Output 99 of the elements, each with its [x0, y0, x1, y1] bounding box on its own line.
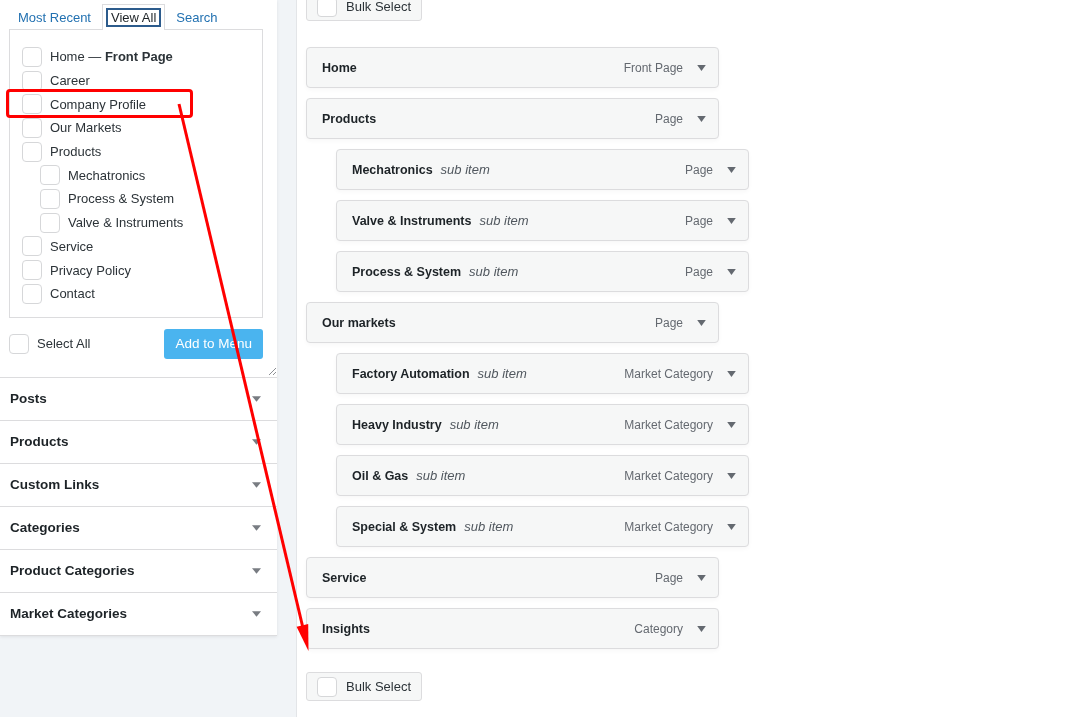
- caret-icon: [252, 610, 261, 617]
- checkbox[interactable]: [40, 188, 60, 209]
- resize-handle-icon[interactable]: [268, 366, 276, 375]
- menu-item-bar[interactable]: Service Page: [306, 557, 719, 598]
- bulk-select-button[interactable]: Bulk Select: [306, 0, 423, 21]
- sub-item-note: sub item: [479, 213, 529, 228]
- caret-icon: [252, 567, 261, 574]
- sub-item-note: sub item: [469, 264, 519, 279]
- menu-item-bar[interactable]: Oil & Gas sub item Market Category: [336, 455, 749, 496]
- item-type-label: Market Category: [624, 519, 713, 534]
- item-type-label: Page: [654, 570, 683, 585]
- caret-icon[interactable]: [697, 115, 706, 122]
- item-type-label: Market Category: [624, 417, 713, 432]
- caret-icon[interactable]: [697, 574, 706, 581]
- page-label[interactable]: Company Profile: [50, 96, 147, 112]
- caret-icon: [252, 524, 261, 531]
- menu-item-bar[interactable]: Heavy Industry sub item Market Category: [336, 404, 749, 445]
- page-label[interactable]: Process & System: [68, 191, 175, 207]
- caret-icon: [252, 438, 261, 445]
- menu-item-title: Special & System: [352, 519, 457, 534]
- menu-item-title: Service: [322, 570, 367, 585]
- page-label[interactable]: Our Markets: [50, 120, 122, 136]
- menu-item-title: Home: [322, 60, 357, 75]
- caret-icon[interactable]: [727, 217, 736, 224]
- page-label[interactable]: Products: [50, 144, 102, 160]
- checkbox[interactable]: [40, 212, 60, 233]
- item-type-label: Category: [634, 621, 683, 636]
- item-type-label: Page: [654, 315, 683, 330]
- menu-item-title: Process & System: [352, 264, 462, 279]
- checkbox[interactable]: [9, 333, 29, 354]
- caret-icon[interactable]: [697, 625, 706, 632]
- item-type-label: Market Category: [624, 468, 713, 483]
- page-label[interactable]: Privacy Policy: [50, 262, 131, 278]
- checkbox[interactable]: [22, 141, 42, 162]
- menu-item-bar[interactable]: Special & System sub item Market Category: [336, 506, 749, 547]
- item-type-label: Page: [684, 264, 713, 279]
- tab[interactable]: View All: [102, 4, 166, 30]
- menu-item-title: Valve & Instruments: [352, 213, 472, 228]
- tab[interactable]: Most Recent: [9, 4, 100, 30]
- menu-item-bar[interactable]: Insights Category: [306, 608, 719, 649]
- caret-icon[interactable]: [727, 166, 736, 173]
- checkbox[interactable]: [22, 70, 42, 91]
- caret-icon[interactable]: [727, 370, 736, 377]
- bulk-select-button[interactable]: Bulk Select: [306, 672, 423, 701]
- menu-item-title: Heavy Industry: [352, 417, 442, 432]
- sub-item-note: sub item: [464, 519, 514, 534]
- item-type-label: Page: [684, 213, 713, 228]
- accordion-header[interactable]: Products: [0, 420, 277, 464]
- menu-item-bar[interactable]: Factory Automation sub item Market Category: [336, 353, 749, 394]
- checkbox[interactable]: [317, 0, 337, 17]
- accordion-header[interactable]: Market Categories: [0, 592, 277, 636]
- accordion-header[interactable]: Product Categories: [0, 549, 277, 593]
- accordion-header[interactable]: Categories: [0, 506, 277, 550]
- page-label[interactable]: Mechatronics: [68, 167, 146, 183]
- item-type-label: Page: [654, 111, 683, 126]
- checkbox[interactable]: [22, 117, 42, 138]
- caret-icon[interactable]: [727, 523, 736, 530]
- checkbox[interactable]: [22, 260, 42, 281]
- checkbox[interactable]: [40, 165, 60, 186]
- checkbox[interactable]: [22, 283, 42, 304]
- menu-item-title: Oil & Gas: [352, 468, 409, 483]
- item-type-label: Front Page: [623, 60, 683, 75]
- item-type-label: Market Category: [624, 366, 713, 381]
- menu-item-bar[interactable]: Home Front Page: [306, 47, 719, 88]
- accordion-header[interactable]: Posts: [0, 377, 277, 421]
- menu-item-title: Mechatronics: [352, 162, 433, 177]
- menu-item-title: Products: [322, 111, 377, 126]
- checkbox[interactable]: [22, 94, 42, 115]
- accordion-header[interactable]: Custom Links: [0, 463, 277, 507]
- menu-item-bar[interactable]: Our markets Page: [306, 302, 719, 343]
- page-label[interactable]: Contact: [50, 286, 95, 302]
- checkbox[interactable]: [317, 676, 337, 697]
- checkbox[interactable]: [22, 46, 42, 67]
- menu-item-bar[interactable]: Process & System sub item Page: [336, 251, 749, 292]
- menu-item-bar[interactable]: Mechatronics sub item Page: [336, 149, 749, 190]
- page-label[interactable]: Career: [50, 73, 90, 89]
- sub-item-note: sub item: [477, 366, 527, 381]
- tab[interactable]: Search: [167, 4, 227, 30]
- caret-icon[interactable]: [727, 421, 736, 428]
- checkbox[interactable]: [22, 236, 42, 257]
- menu-item-title: Insights: [322, 621, 370, 636]
- caret-icon[interactable]: [727, 472, 736, 479]
- page-label[interactable]: Service: [50, 238, 94, 254]
- caret-icon[interactable]: [697, 319, 706, 326]
- menu-item-title: Factory Automation: [352, 366, 470, 381]
- sub-item-note: sub item: [449, 417, 499, 432]
- select-all-label[interactable]: Select All: [37, 336, 91, 352]
- menu-item-bar[interactable]: Valve & Instruments sub item Page: [336, 200, 749, 241]
- page-label[interactable]: Valve & Instruments: [68, 215, 184, 231]
- sub-item-note: sub item: [440, 162, 490, 177]
- caret-icon[interactable]: [727, 268, 736, 275]
- caret-icon: [252, 481, 261, 488]
- sub-item-note: sub item: [416, 468, 466, 483]
- item-type-label: Page: [684, 162, 713, 177]
- caret-icon: [252, 395, 261, 402]
- menu-item-title: Our markets: [322, 315, 396, 330]
- page-label[interactable]: Home — Front Page: [50, 49, 173, 65]
- menu-item-bar[interactable]: Products Page: [306, 98, 719, 139]
- caret-icon[interactable]: [697, 64, 706, 71]
